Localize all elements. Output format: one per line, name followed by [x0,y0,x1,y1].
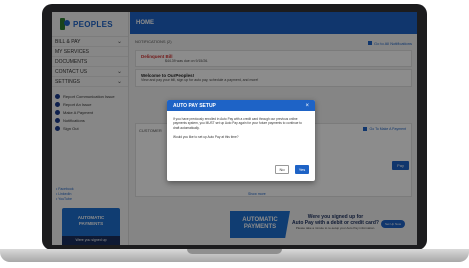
stage: PEOPLES BILL & PAY ⌄ MY SERVICES DOCUMENTS C… [0,0,469,268]
modal-title: AUTO PAY SETUP [173,102,216,109]
laptop-lid: PEOPLES BILL & PAY ⌄ MY SERVICES DOCUMENTS C… [42,4,427,250]
laptop-screen: PEOPLES BILL & PAY ⌄ MY SERVICES DOCUMENTS C… [52,12,417,245]
close-icon[interactable]: × [305,103,309,109]
yes-button[interactable]: Yes [295,165,309,174]
modal-body: If you have previously enrolled in Auto … [167,111,315,139]
modal-question: Would you like to set up Auto Pay at thi… [173,134,239,139]
laptop-notch [187,249,282,254]
modal-buttons: No Yes [275,165,309,174]
modal-message: If you have previously enrolled in Auto … [173,117,302,130]
modal-header: AUTO PAY SETUP × [167,100,315,111]
auto-pay-setup-modal: AUTO PAY SETUP × If you have previously … [167,100,315,181]
no-button[interactable]: No [275,165,289,174]
